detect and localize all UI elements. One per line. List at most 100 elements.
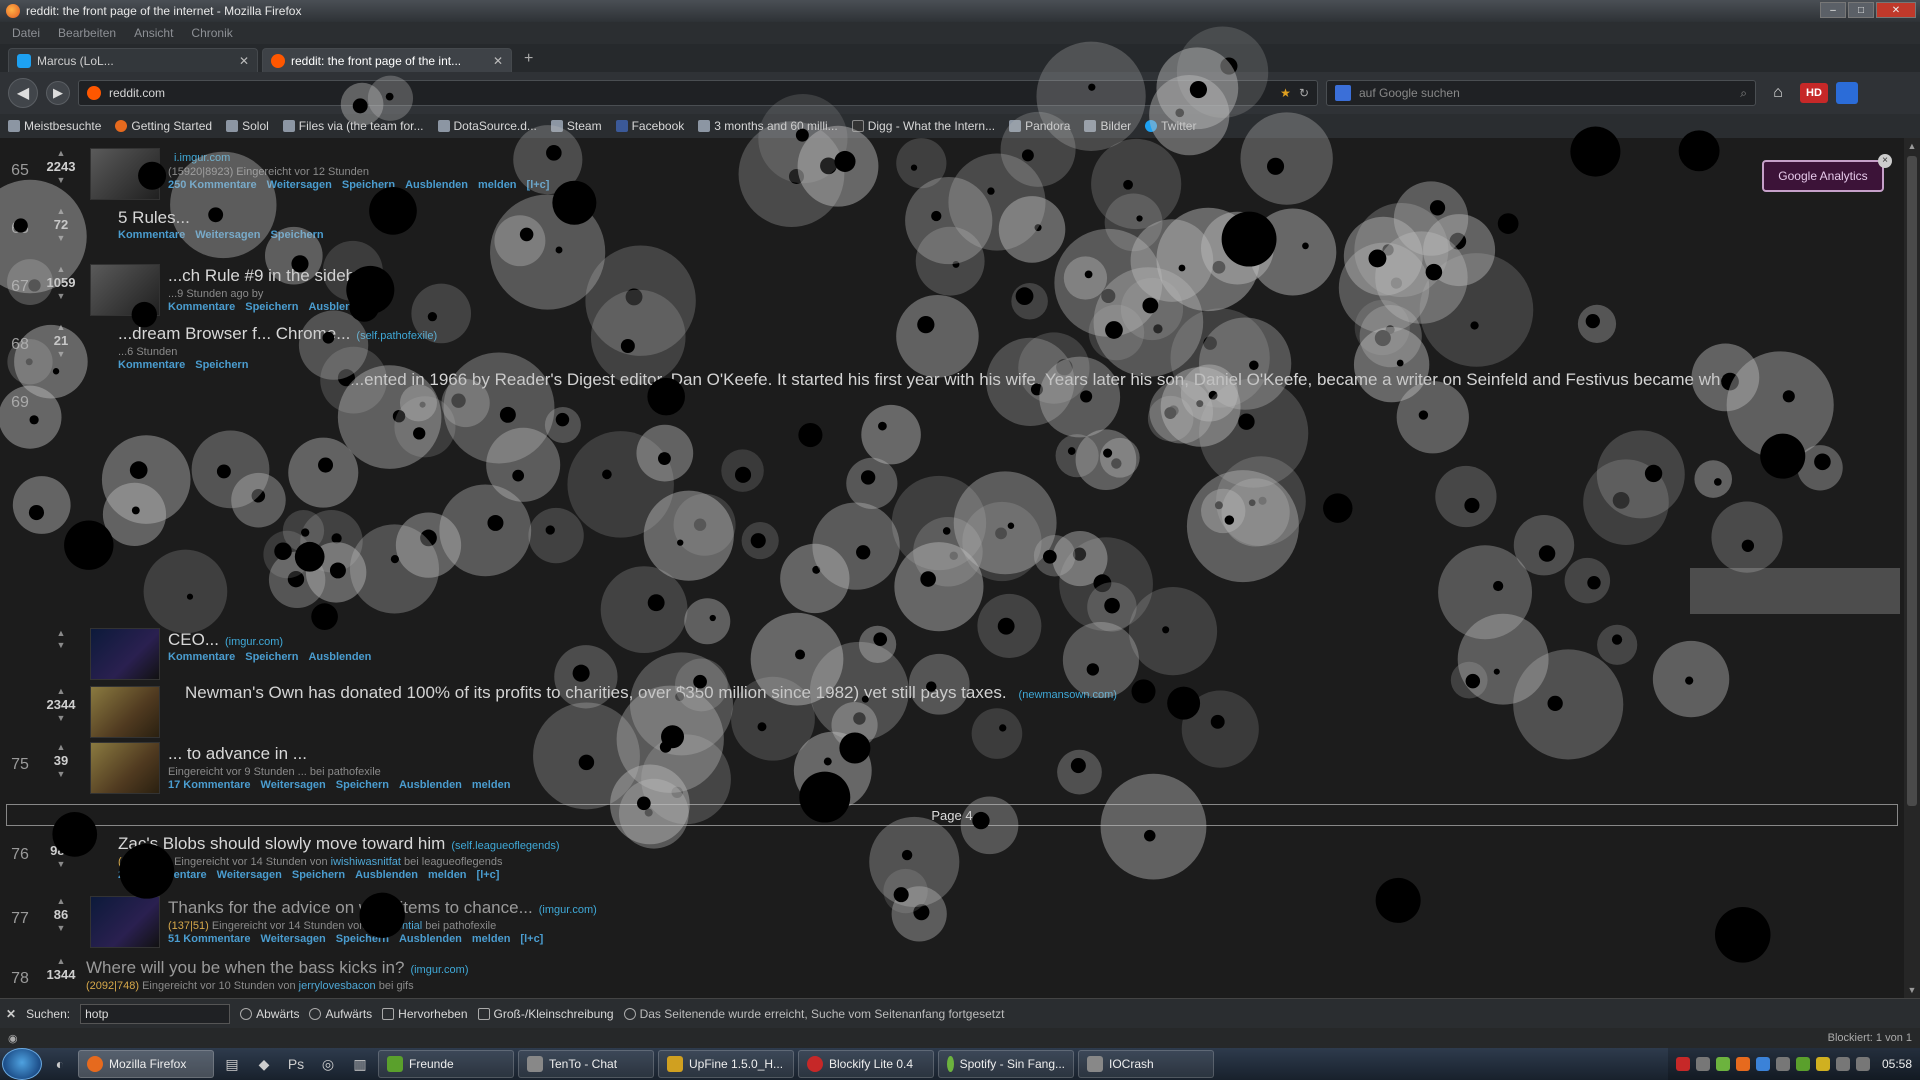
hide-link[interactable]: Ausblenden <box>405 179 468 191</box>
upvote-arrow-icon[interactable]: ▲ <box>57 896 66 906</box>
spotify-tray-icon[interactable] <box>1715 1057 1730 1071</box>
comments-link[interactable]: Kommentare <box>118 359 185 371</box>
post-title[interactable]: Where will you be when the bass kicks in… <box>86 958 404 977</box>
upvote-arrow-icon[interactable]: ▲ <box>57 206 66 216</box>
task-firefox[interactable]: Mozilla Firefox <box>78 1050 214 1078</box>
post-domain[interactable]: (imgur.com) <box>410 964 468 976</box>
photoshop-icon[interactable]: Ps <box>282 1050 310 1078</box>
upvote-arrow-icon[interactable]: ▲ <box>57 148 66 158</box>
clock[interactable]: 05:58 <box>1882 1057 1912 1071</box>
highlight-all-button[interactable]: Hervorheben <box>382 1007 468 1021</box>
post-title[interactable]: CEO... <box>168 630 219 649</box>
forward-button[interactable]: ▶ <box>46 81 70 105</box>
dropbox-icon[interactable] <box>1755 1057 1770 1071</box>
maximize-button[interactable]: □ <box>1848 2 1874 18</box>
quicklaunch-icon[interactable]: ◎ <box>314 1050 342 1078</box>
bookmark-files[interactable]: Files via (the team for... <box>282 119 424 133</box>
close-icon[interactable]: × <box>1878 154 1892 168</box>
post-author[interactable]: jerrylovesbacon <box>299 980 376 992</box>
network-icon[interactable] <box>1835 1057 1850 1071</box>
upvote-arrow-icon[interactable]: ▲ <box>57 832 66 842</box>
post-title[interactable]: 5 Rules... <box>118 208 190 227</box>
bookmark-bilder[interactable]: Bilder <box>1084 119 1131 133</box>
save-link[interactable]: Speichern <box>270 229 323 241</box>
google-analytics-button[interactable]: Google Analytics <box>1762 160 1884 192</box>
task-blockify[interactable]: Blockify Lite 0.4 <box>798 1050 934 1078</box>
save-link[interactable]: Speichern <box>195 359 248 371</box>
bookmark-twitter[interactable]: Twitter <box>1145 119 1196 133</box>
bookmark-solol[interactable]: Solol <box>226 119 269 133</box>
quicklaunch-icon[interactable]: ▤ <box>218 1050 246 1078</box>
report-link[interactable]: melden <box>478 179 517 191</box>
downvote-arrow-icon[interactable]: ▼ <box>57 291 66 301</box>
post-subreddit[interactable]: bei gifs <box>379 980 414 992</box>
comments-link[interactable]: 250 Kommentare <box>168 179 257 191</box>
post-thumbnail[interactable] <box>90 896 160 948</box>
bookmark-pandora[interactable]: Pandora <box>1009 119 1070 133</box>
find-input[interactable] <box>80 1003 231 1024</box>
find-next-button[interactable]: Abwärts <box>240 1007 299 1021</box>
volume-icon[interactable] <box>1855 1057 1870 1071</box>
blocked-status[interactable]: Blockiert: 1 von 1 <box>1828 1032 1912 1044</box>
tray-icon[interactable] <box>1795 1057 1810 1071</box>
home-icon[interactable]: ⌂ <box>1764 80 1792 106</box>
quicklaunch-icon[interactable]: ▥ <box>346 1050 374 1078</box>
comments-link[interactable]: Kommentare <box>168 651 235 663</box>
search-icon[interactable]: ⌕ <box>1740 86 1747 101</box>
menu-ansicht[interactable]: Ansicht <box>134 26 173 40</box>
menu-chronik[interactable]: Chronik <box>191 26 232 40</box>
save-link[interactable]: Speichern <box>336 779 389 791</box>
extension-icon[interactable] <box>1836 82 1858 104</box>
post-subreddit[interactable]: bei pathofexile <box>425 920 496 932</box>
post-thumbnail[interactable] <box>90 686 160 738</box>
post-subreddit[interactable]: bei leagueoflegends <box>404 856 502 868</box>
share-link[interactable]: Weitersagen <box>195 229 260 241</box>
task-freunde[interactable]: Freunde <box>378 1050 514 1078</box>
new-tab-button[interactable]: + <box>516 50 541 72</box>
save-link[interactable]: Speichern <box>292 869 345 881</box>
hide-link[interactable]: Ausblenden <box>399 933 462 945</box>
scroll-up-icon[interactable]: ▲ <box>1904 138 1920 154</box>
report-link[interactable]: melden <box>472 779 511 791</box>
post-title[interactable]: ...ch Rule #9 in the sidebar. <box>168 266 374 285</box>
back-button[interactable]: ◀ <box>8 78 38 108</box>
save-link[interactable]: Speichern <box>336 933 389 945</box>
downvote-arrow-icon[interactable]: ▼ <box>57 349 66 359</box>
post-domain[interactable]: (imgur.com) <box>539 904 597 916</box>
tray-icon[interactable] <box>1775 1057 1790 1071</box>
comments-link[interactable]: 17 Kommentare <box>168 779 251 791</box>
task-upfine[interactable]: UpFine 1.5.0_H... <box>658 1050 794 1078</box>
post-title[interactable]: Thanks for the advice on what items to c… <box>168 898 533 917</box>
post-thumbnail[interactable] <box>90 264 160 316</box>
lc-link[interactable]: [l+c] <box>520 933 543 945</box>
tray-icon[interactable] <box>1675 1057 1690 1071</box>
tray-icon[interactable] <box>1695 1057 1710 1071</box>
bookmark-dotasource[interactable]: DotaSource.d... <box>437 119 537 133</box>
share-link[interactable]: Weitersagen <box>261 779 326 791</box>
post-thumbnail[interactable] <box>90 148 160 200</box>
tray-icon[interactable] <box>1815 1057 1830 1071</box>
quicklaunch-icon[interactable]: ◆ <box>250 1050 278 1078</box>
find-previous-button[interactable]: Aufwärts <box>309 1007 372 1021</box>
downvote-arrow-icon[interactable]: ▼ <box>57 713 66 723</box>
close-tab-icon[interactable]: ✕ <box>239 54 249 68</box>
post-domain[interactable]: (self.leagueoflegends) <box>451 840 559 852</box>
upvote-arrow-icon[interactable]: ▲ <box>57 956 66 966</box>
report-link[interactable]: melden <box>428 869 467 881</box>
search-box[interactable]: auf Google suchen ⌕ <box>1326 80 1756 106</box>
downvote-arrow-icon[interactable]: ▼ <box>57 859 66 869</box>
post-thumbnail[interactable] <box>90 742 160 794</box>
save-link[interactable]: Speichern <box>245 651 298 663</box>
upvote-arrow-icon[interactable]: ▲ <box>57 322 66 332</box>
upvote-arrow-icon[interactable]: ▲ <box>57 264 66 274</box>
bookmark-digg[interactable]: Digg - What the Intern... <box>851 119 995 133</box>
url-bar[interactable]: reddit.com ★ ↻ <box>78 80 1318 106</box>
start-button[interactable] <box>2 1048 42 1080</box>
tray-icon[interactable] <box>1735 1057 1750 1071</box>
bookmark-steam[interactable]: Steam <box>550 119 602 133</box>
close-find-bar-icon[interactable]: ✕ <box>6 1007 16 1021</box>
hide-link[interactable]: Ausblenden <box>308 301 371 313</box>
post-title[interactable]: Zac's Blobs should slowly move toward hi… <box>118 834 445 853</box>
report-link[interactable]: melden <box>472 933 511 945</box>
downvote-arrow-icon[interactable]: ▼ <box>57 175 66 185</box>
